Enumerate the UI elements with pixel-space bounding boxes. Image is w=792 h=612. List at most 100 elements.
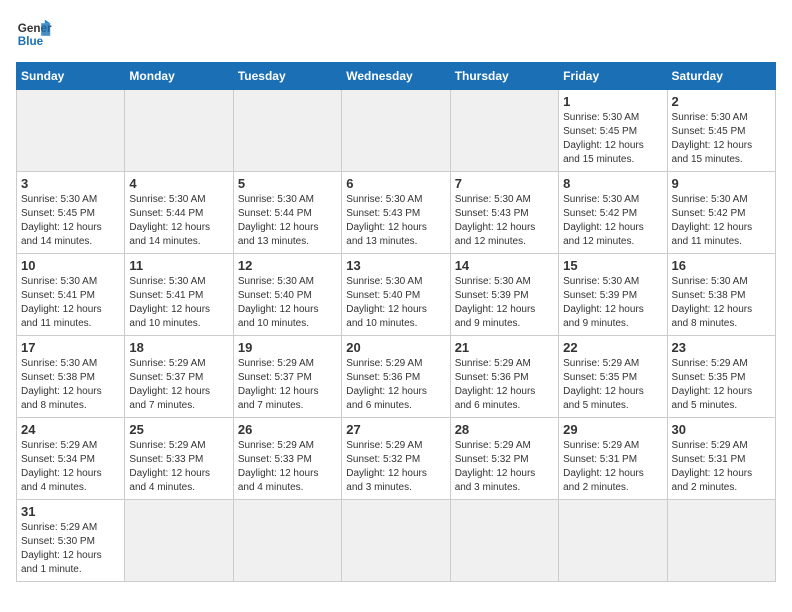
calendar-cell: 17 Sunrise: 5:30 AM Sunset: 5:38 PM Dayli… <box>17 336 125 418</box>
day-number: 3 <box>21 176 120 191</box>
calendar-cell: 13 Sunrise: 5:30 AM Sunset: 5:40 PM Dayli… <box>342 254 450 336</box>
day-info: Sunrise: 5:30 AM Sunset: 5:38 PM Dayligh… <box>21 357 120 413</box>
calendar-cell: 21Sunrise: 5:29 AM Sunset: 5:36 PM Dayli… <box>450 336 558 418</box>
calendar-cell: 5 Sunrise: 5:30 AM Sunset: 5:44 PM Daylig… <box>233 172 341 254</box>
header: General Blue <box>16 16 776 52</box>
day-number: 1 <box>563 94 662 109</box>
generalblue-logo-icon: General Blue <box>16 16 52 52</box>
calendar-week-row: 31 Sunrise: 5:29 AM Sunset: 5:30 PM Dayli… <box>17 500 776 582</box>
calendar-cell: 1 Sunrise: 5:30 AM Sunset: 5:45 PM Daylig… <box>559 90 667 172</box>
day-number: 9 <box>672 176 771 191</box>
day-info: Sunrise: 5:30 AM Sunset: 5:39 PM Dayligh… <box>455 275 554 331</box>
day-info: Sunrise: 5:29 AM Sunset: 5:33 PM Dayligh… <box>238 439 337 495</box>
calendar-cell: 25 Sunrise: 5:29 AM Sunset: 5:33 PM Dayli… <box>125 418 233 500</box>
day-info: Sunrise: 5:30 AM Sunset: 5:40 PM Dayligh… <box>346 275 445 331</box>
calendar-cell: 19 Sunrise: 5:29 AM Sunset: 5:37 PM Dayli… <box>233 336 341 418</box>
day-number: 7 <box>455 176 554 191</box>
day-number: 28 <box>455 422 554 437</box>
svg-text:Blue: Blue <box>18 35 44 48</box>
weekday-header-thursday: Thursday <box>450 63 558 90</box>
calendar-cell <box>17 90 125 172</box>
day-info: Sunrise: 5:30 AM Sunset: 5:41 PM Dayligh… <box>129 275 228 331</box>
calendar-cell <box>233 90 341 172</box>
day-number: 16 <box>672 258 771 273</box>
calendar-cell: 11 Sunrise: 5:30 AM Sunset: 5:41 PM Dayli… <box>125 254 233 336</box>
day-info: Sunrise: 5:30 AM Sunset: 5:45 PM Dayligh… <box>21 193 120 249</box>
day-number: 19 <box>238 340 337 355</box>
calendar-cell: 26 Sunrise: 5:29 AM Sunset: 5:33 PM Dayli… <box>233 418 341 500</box>
day-number: 27 <box>346 422 445 437</box>
day-info: Sunrise: 5:29 AM Sunset: 5:37 PM Dayligh… <box>129 357 228 413</box>
calendar-cell: 18Sunrise: 5:29 AM Sunset: 5:37 PM Dayli… <box>125 336 233 418</box>
day-info: Sunrise: 5:30 AM Sunset: 5:45 PM Dayligh… <box>672 111 771 167</box>
calendar-cell <box>342 90 450 172</box>
day-info: Sunrise: 5:30 AM Sunset: 5:42 PM Dayligh… <box>672 193 771 249</box>
day-info: Sunrise: 5:29 AM Sunset: 5:37 PM Dayligh… <box>238 357 337 413</box>
day-info: Sunrise: 5:29 AM Sunset: 5:32 PM Dayligh… <box>455 439 554 495</box>
day-info: Sunrise: 5:29 AM Sunset: 5:30 PM Dayligh… <box>21 521 120 577</box>
calendar-week-row: 10 Sunrise: 5:30 AM Sunset: 5:41 PM Dayli… <box>17 254 776 336</box>
calendar-cell: 12Sunrise: 5:30 AM Sunset: 5:40 PM Dayli… <box>233 254 341 336</box>
day-info: Sunrise: 5:30 AM Sunset: 5:41 PM Dayligh… <box>21 275 120 331</box>
weekday-header-friday: Friday <box>559 63 667 90</box>
weekday-header-row: SundayMondayTuesdayWednesdayThursdayFrid… <box>17 63 776 90</box>
day-number: 4 <box>129 176 228 191</box>
calendar-cell: 31 Sunrise: 5:29 AM Sunset: 5:30 PM Dayli… <box>17 500 125 582</box>
weekday-header-monday: Monday <box>125 63 233 90</box>
logo: General Blue <box>16 16 52 52</box>
calendar-week-row: 3 Sunrise: 5:30 AM Sunset: 5:45 PM Daylig… <box>17 172 776 254</box>
day-number: 10 <box>21 258 120 273</box>
weekday-header-sunday: Sunday <box>17 63 125 90</box>
calendar-cell: 20Sunrise: 5:29 AM Sunset: 5:36 PM Dayli… <box>342 336 450 418</box>
calendar-cell <box>667 500 775 582</box>
day-number: 31 <box>21 504 120 519</box>
calendar-cell: 6Sunrise: 5:30 AM Sunset: 5:43 PM Daylig… <box>342 172 450 254</box>
calendar-cell <box>450 500 558 582</box>
calendar-cell <box>342 500 450 582</box>
day-info: Sunrise: 5:29 AM Sunset: 5:31 PM Dayligh… <box>672 439 771 495</box>
day-number: 15 <box>563 258 662 273</box>
day-number: 12 <box>238 258 337 273</box>
day-info: Sunrise: 5:29 AM Sunset: 5:35 PM Dayligh… <box>563 357 662 413</box>
day-info: Sunrise: 5:30 AM Sunset: 5:44 PM Dayligh… <box>238 193 337 249</box>
calendar-week-row: 1 Sunrise: 5:30 AM Sunset: 5:45 PM Daylig… <box>17 90 776 172</box>
calendar-cell: 15 Sunrise: 5:30 AM Sunset: 5:39 PM Dayli… <box>559 254 667 336</box>
calendar-cell: 3 Sunrise: 5:30 AM Sunset: 5:45 PM Daylig… <box>17 172 125 254</box>
day-info: Sunrise: 5:30 AM Sunset: 5:44 PM Dayligh… <box>129 193 228 249</box>
calendar-cell: 7 Sunrise: 5:30 AM Sunset: 5:43 PM Daylig… <box>450 172 558 254</box>
day-info: Sunrise: 5:30 AM Sunset: 5:38 PM Dayligh… <box>672 275 771 331</box>
day-number: 2 <box>672 94 771 109</box>
weekday-header-saturday: Saturday <box>667 63 775 90</box>
day-number: 8 <box>563 176 662 191</box>
day-info: Sunrise: 5:29 AM Sunset: 5:32 PM Dayligh… <box>346 439 445 495</box>
day-number: 13 <box>346 258 445 273</box>
calendar-cell: 29Sunrise: 5:29 AM Sunset: 5:31 PM Dayli… <box>559 418 667 500</box>
calendar-cell: 23Sunrise: 5:29 AM Sunset: 5:35 PM Dayli… <box>667 336 775 418</box>
calendar-cell: 28 Sunrise: 5:29 AM Sunset: 5:32 PM Dayli… <box>450 418 558 500</box>
day-info: Sunrise: 5:29 AM Sunset: 5:36 PM Dayligh… <box>455 357 554 413</box>
day-number: 5 <box>238 176 337 191</box>
calendar-cell: 24Sunrise: 5:29 AM Sunset: 5:34 PM Dayli… <box>17 418 125 500</box>
calendar-cell <box>450 90 558 172</box>
day-info: Sunrise: 5:29 AM Sunset: 5:31 PM Dayligh… <box>563 439 662 495</box>
day-info: Sunrise: 5:30 AM Sunset: 5:39 PM Dayligh… <box>563 275 662 331</box>
calendar-cell <box>125 90 233 172</box>
calendar-cell: 9 Sunrise: 5:30 AM Sunset: 5:42 PM Daylig… <box>667 172 775 254</box>
calendar-cell: 22Sunrise: 5:29 AM Sunset: 5:35 PM Dayli… <box>559 336 667 418</box>
calendar-cell <box>125 500 233 582</box>
day-number: 26 <box>238 422 337 437</box>
day-number: 11 <box>129 258 228 273</box>
day-info: Sunrise: 5:30 AM Sunset: 5:42 PM Dayligh… <box>563 193 662 249</box>
weekday-header-tuesday: Tuesday <box>233 63 341 90</box>
day-number: 25 <box>129 422 228 437</box>
day-info: Sunrise: 5:29 AM Sunset: 5:33 PM Dayligh… <box>129 439 228 495</box>
day-info: Sunrise: 5:29 AM Sunset: 5:34 PM Dayligh… <box>21 439 120 495</box>
calendar-table: SundayMondayTuesdayWednesdayThursdayFrid… <box>16 62 776 582</box>
day-number: 17 <box>21 340 120 355</box>
day-number: 23 <box>672 340 771 355</box>
day-info: Sunrise: 5:30 AM Sunset: 5:43 PM Dayligh… <box>455 193 554 249</box>
day-info: Sunrise: 5:30 AM Sunset: 5:45 PM Dayligh… <box>563 111 662 167</box>
calendar-cell: 16 Sunrise: 5:30 AM Sunset: 5:38 PM Dayli… <box>667 254 775 336</box>
calendar-cell: 4 Sunrise: 5:30 AM Sunset: 5:44 PM Daylig… <box>125 172 233 254</box>
day-info: Sunrise: 5:29 AM Sunset: 5:36 PM Dayligh… <box>346 357 445 413</box>
